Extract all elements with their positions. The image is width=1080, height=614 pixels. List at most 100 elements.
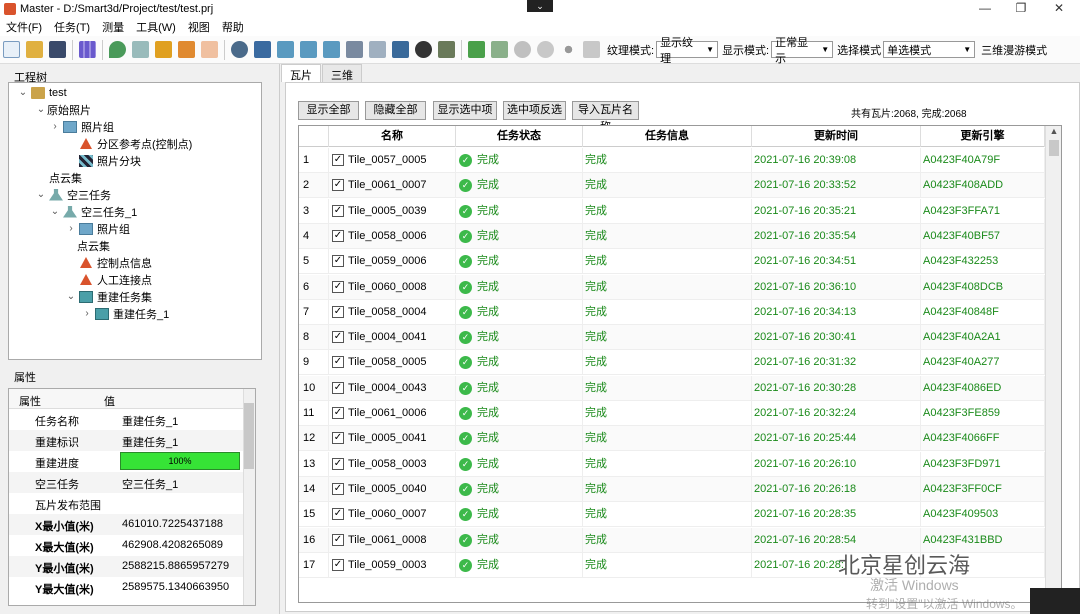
- gear-icon[interactable]: [231, 41, 248, 58]
- tree-item[interactable]: › 照片组: [49, 118, 114, 135]
- checkbox[interactable]: ✓: [332, 356, 344, 369]
- chevron-down-icon[interactable]: ⌄: [35, 104, 47, 115]
- tab-3d[interactable]: 三维: [322, 64, 362, 82]
- invert-selection-button[interactable]: 选中项反选: [503, 101, 566, 120]
- eye-icon[interactable]: [415, 41, 432, 58]
- open-folder-icon[interactable]: [26, 41, 43, 58]
- info-icon[interactable]: [537, 41, 554, 58]
- tree-item[interactable]: ⌄ 空三任务: [35, 186, 111, 203]
- chevron-right-icon[interactable]: ›: [65, 223, 77, 234]
- table-row[interactable]: 14 ✓ Tile_0005_0040 ✓ 完成 完成 2021-07-16 20:26:1…: [299, 476, 1045, 502]
- tree-item[interactable]: 分区参考点(控制点): [65, 135, 192, 152]
- chevron-down-icon[interactable]: ⌄: [65, 291, 77, 302]
- check-circle-icon[interactable]: [514, 41, 531, 58]
- col-info-header[interactable]: 任务信息: [583, 126, 752, 147]
- points-icon[interactable]: [560, 41, 577, 58]
- menu-view[interactable]: 视图: [182, 19, 216, 35]
- col-index-header[interactable]: [299, 126, 329, 147]
- col-status-header[interactable]: 任务状态: [456, 126, 583, 147]
- table-row[interactable]: 5 ✓ Tile_0059_0006 ✓ 完成 完成 2021-07-16 20:34:51…: [299, 249, 1045, 275]
- new-project-icon[interactable]: [3, 41, 20, 58]
- menu-task[interactable]: 任务(T): [48, 19, 96, 35]
- table-row[interactable]: 13 ✓ Tile_0058_0003 ✓ 完成 完成 2021-07-16 20:26:1…: [299, 451, 1045, 477]
- export-icon[interactable]: [438, 41, 455, 58]
- import-tile-names-button[interactable]: 导入瓦片名称: [572, 101, 639, 133]
- chevron-down-icon[interactable]: ⌄: [17, 87, 29, 98]
- table-row[interactable]: 15 ✓ Tile_0060_0007 ✓ 完成 完成 2021-07-16 20:28:3…: [299, 502, 1045, 528]
- volume-icon[interactable]: [178, 41, 195, 58]
- image-icon[interactable]: [300, 41, 317, 58]
- menu-tools[interactable]: 工具(W): [130, 19, 182, 35]
- save-icon[interactable]: [49, 41, 66, 58]
- property-row[interactable]: 重建进度 100%: [9, 451, 243, 472]
- tree-item[interactable]: › 照片组: [65, 220, 130, 237]
- checkbox[interactable]: ✓: [332, 154, 344, 166]
- image-icon[interactable]: [277, 41, 294, 58]
- properties-scrollbar[interactable]: [243, 389, 255, 605]
- table-row[interactable]: 11 ✓ Tile_0061_0006 ✓ 完成 完成 2021-07-16 20:32:2…: [299, 401, 1045, 426]
- table-row[interactable]: 4 ✓ Tile_0058_0006 ✓ 完成 完成 2021-07-16 20:35:54…: [299, 223, 1045, 249]
- checkbox[interactable]: ✓: [332, 432, 344, 445]
- grid-icon[interactable]: [79, 41, 96, 58]
- col-engine-header[interactable]: 更新引擎: [921, 126, 1045, 147]
- area-icon[interactable]: [155, 41, 172, 58]
- table-row[interactable]: 7 ✓ Tile_0058_0004 ✓ 完成 完成 2021-07-16 20:34:13…: [299, 299, 1045, 325]
- ruler-icon[interactable]: [132, 41, 149, 58]
- table-row[interactable]: 1 ✓ Tile_0057_0005 ✓ 完成 完成 2021-07-16 20:39:08…: [299, 148, 1045, 173]
- menu-file[interactable]: 文件(F): [0, 19, 48, 35]
- property-row[interactable]: Y最大值(米) 2589575.1340663950: [9, 577, 243, 598]
- texture-mode-select[interactable]: 显示纹理 ▼: [656, 37, 719, 65]
- menu-measure[interactable]: 测量: [96, 19, 130, 35]
- property-row[interactable]: X最大值(米) 462908.4208265089: [9, 535, 243, 556]
- minimize-button[interactable]: —: [968, 0, 1002, 16]
- roam-mode-label[interactable]: 三维漫游模式: [981, 42, 1047, 58]
- maximize-button[interactable]: ❐: [1004, 0, 1038, 16]
- property-row[interactable]: Y最小值(米) 2588215.8865957279: [9, 556, 243, 577]
- tree-item[interactable]: 照片分块: [65, 152, 141, 169]
- properties-scroll-thumb[interactable]: [244, 403, 254, 469]
- checkbox[interactable]: ✓: [332, 508, 344, 521]
- tree-item[interactable]: ⌄ 原始照片: [35, 101, 91, 118]
- property-row[interactable]: 重建标识 重建任务_1: [9, 430, 243, 451]
- table-scroll-thumb[interactable]: [1049, 140, 1059, 156]
- table-row[interactable]: 8 ✓ Tile_0004_0041 ✓ 完成 完成 2021-07-16 20:30:41…: [299, 325, 1045, 351]
- log-icon[interactable]: [392, 41, 409, 58]
- select-mode-select[interactable]: 单选模式 ▼: [883, 41, 976, 58]
- translate-icon[interactable]: [369, 41, 386, 58]
- tree-item[interactable]: › 重建任务_1: [81, 305, 169, 322]
- table-row[interactable]: 6 ✓ Tile_0060_0008 ✓ 完成 完成 2021-07-16 20:36:10…: [299, 274, 1045, 300]
- tree-item[interactable]: ⌄ 重建任务集: [65, 288, 152, 305]
- checkbox[interactable]: ✓: [332, 255, 344, 268]
- display-mode-select[interactable]: 正常显示 ▼: [771, 37, 834, 65]
- show-selected-button[interactable]: 显示选中项: [433, 101, 497, 120]
- table-row[interactable]: 10 ✓ Tile_0004_0043 ✓ 完成 完成 2021-07-16 20:30:2…: [299, 375, 1045, 401]
- tree-item[interactable]: 人工连接点: [65, 271, 152, 288]
- checkbox[interactable]: ✓: [332, 280, 344, 293]
- property-row[interactable]: 瓦片发布范围: [9, 493, 243, 514]
- table-row[interactable]: 2 ✓ Tile_0061_0007 ✓ 完成 完成 2021-07-16 20:33:52…: [299, 173, 1045, 199]
- checkbox[interactable]: ✓: [332, 407, 344, 419]
- chevron-down-icon[interactable]: ⌄: [35, 189, 47, 200]
- user-icon[interactable]: [254, 41, 271, 58]
- close-button[interactable]: ✕: [1042, 0, 1076, 16]
- tree-item[interactable]: ⌄ 空三任务_1: [49, 203, 137, 220]
- checkbox[interactable]: ✓: [332, 229, 344, 242]
- table-row[interactable]: 12 ✓ Tile_0005_0041 ✓ 完成 完成 2021-07-16 20:25:4…: [299, 426, 1045, 452]
- col-time-header[interactable]: 更新时间: [752, 126, 921, 147]
- table-row[interactable]: 9 ✓ Tile_0058_0005 ✓ 完成 完成 2021-07-16 20:31:32…: [299, 350, 1045, 376]
- table-scrollbar[interactable]: ▲ ▼: [1045, 126, 1061, 602]
- col-name-header[interactable]: 名称: [329, 126, 456, 147]
- pointer-icon[interactable]: [583, 41, 600, 58]
- checkbox[interactable]: ✓: [332, 331, 344, 344]
- scroll-up-icon[interactable]: ▲: [1046, 126, 1061, 140]
- tree-item[interactable]: 控制点信息: [65, 254, 152, 271]
- hide-all-button[interactable]: 隐藏全部: [365, 101, 426, 120]
- property-row[interactable]: 任务名称 重建任务_1: [9, 409, 243, 430]
- eraser-icon[interactable]: [201, 41, 218, 58]
- tree-item[interactable]: ⌄ test: [17, 84, 67, 101]
- property-row[interactable]: 空三任务 空三任务_1: [9, 472, 243, 493]
- checkbox[interactable]: ✓: [332, 305, 344, 318]
- chevron-down-icon[interactable]: ⌄: [527, 0, 553, 12]
- image-icon[interactable]: [323, 41, 340, 58]
- checkbox[interactable]: ✓: [332, 533, 344, 546]
